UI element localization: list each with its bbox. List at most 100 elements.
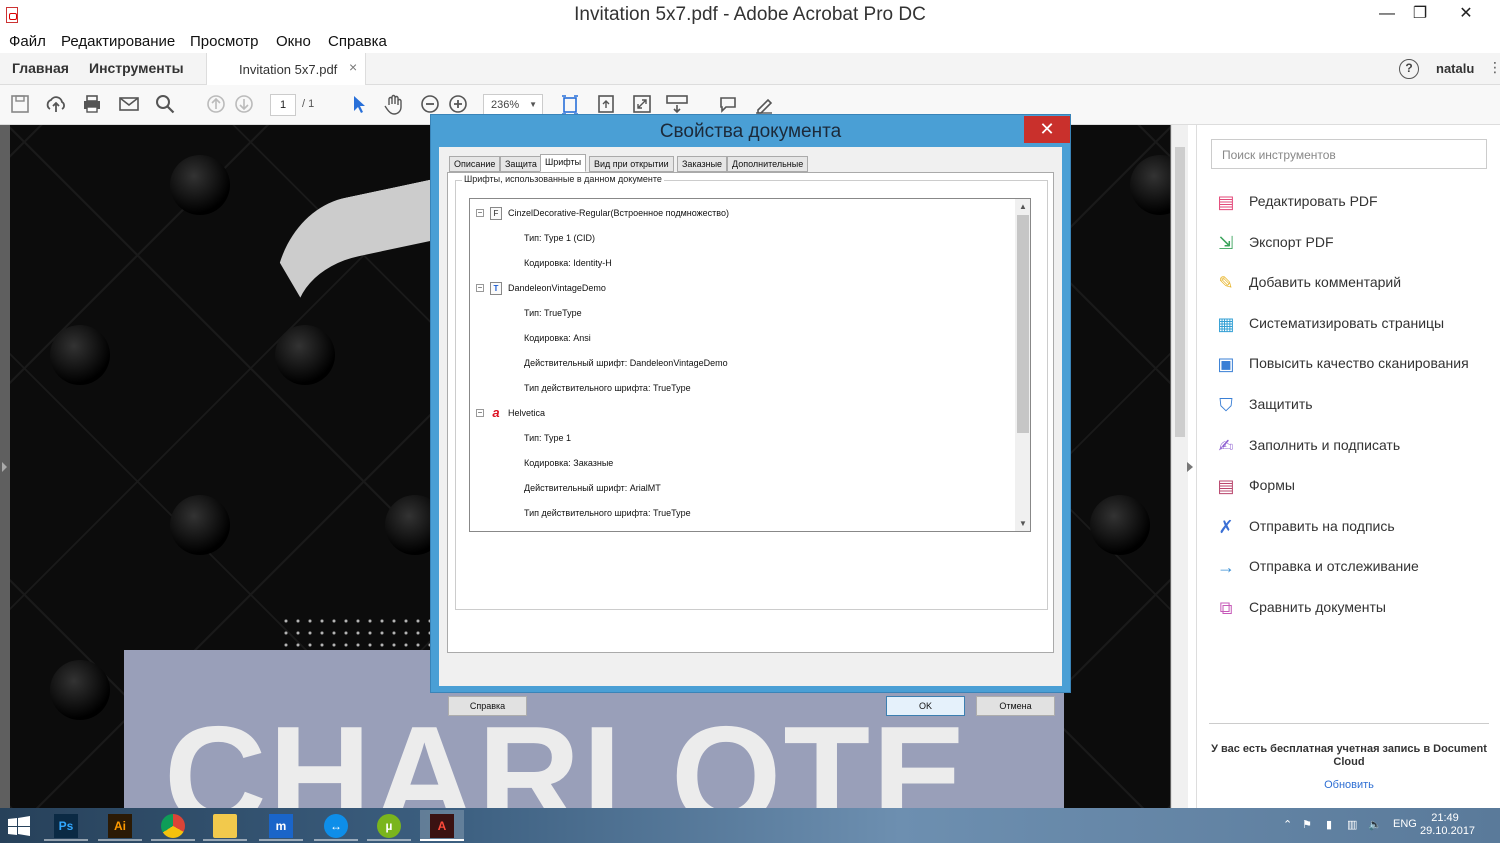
tool-item[interactable]: ▤ Формы — [1215, 474, 1495, 500]
page-number-input[interactable]: 1 — [270, 94, 296, 116]
clock[interactable]: 21:49 29.10.2017 — [1420, 812, 1475, 838]
scroll-down-icon[interactable]: ▼ — [1018, 519, 1028, 529]
cancel-button[interactable]: Отмена — [976, 696, 1055, 716]
menu-window[interactable]: Окно — [276, 33, 311, 50]
font-name[interactable]: Helvetica — [508, 408, 545, 418]
windows-start-icon[interactable] — [8, 816, 30, 836]
tools-search-input[interactable]: Поиск инструментов — [1211, 139, 1487, 169]
scroll-up-icon[interactable]: ▲ — [1018, 202, 1028, 212]
dialog-close-button[interactable]: ✕ — [1024, 116, 1070, 143]
tool-item[interactable]: ▤ Редактировать PDF — [1215, 190, 1495, 216]
app-m[interactable]: m — [259, 810, 303, 841]
previous-page-icon[interactable] — [204, 93, 228, 117]
maximize-button[interactable]: ❐ — [1397, 0, 1443, 28]
font-name[interactable]: CinzelDecorative-Regular(Встроенное подм… — [508, 208, 729, 218]
hand-tool-icon[interactable] — [382, 93, 406, 117]
help-icon[interactable]: ? — [1399, 59, 1419, 79]
tray-network-icon[interactable]: ▥ — [1347, 818, 1357, 831]
tool-item[interactable]: ⇲ Экспорт PDF — [1215, 231, 1495, 257]
pane-divider — [1209, 723, 1489, 724]
tool-item-label: Заполнить и подписать — [1249, 436, 1401, 453]
tool-item[interactable]: ▦ Систематизировать страницы — [1215, 312, 1495, 338]
tab-security[interactable]: Защита — [500, 156, 542, 172]
collapse-node-icon[interactable]: − — [476, 284, 484, 292]
chrome-app[interactable] — [151, 810, 195, 841]
send-sign-icon: ✗ — [1218, 516, 1234, 537]
save-icon[interactable] — [8, 93, 32, 117]
font-name[interactable]: DandeleonVintageDemo — [508, 283, 606, 293]
font-property: Кодировка: Ansi — [524, 333, 591, 343]
tool-item[interactable]: ▣ Повысить качество сканирования — [1215, 352, 1495, 378]
help-button[interactable]: Справка — [448, 696, 527, 716]
font-property: Кодировка: Заказные — [524, 458, 614, 468]
zoom-level-value: 236% — [491, 99, 520, 111]
menu-edit[interactable]: Редактирование — [61, 33, 175, 50]
enhance-scan-icon: ▣ — [1217, 354, 1235, 375]
user-menu-icon[interactable]: ⋮ — [1488, 59, 1500, 76]
tool-item-label: Отправить на подпись — [1249, 517, 1395, 534]
email-icon[interactable] — [117, 93, 141, 117]
tab-initial-view[interactable]: Вид при открытии — [589, 156, 674, 172]
tool-item-label: Повысить качество сканирования — [1249, 355, 1469, 372]
tab-tools[interactable]: Инструменты — [89, 60, 184, 76]
select-arrow-icon[interactable] — [347, 93, 371, 117]
tab-advanced[interactable]: Дополнительные — [727, 156, 809, 172]
ok-button[interactable]: OK — [886, 696, 965, 716]
next-page-icon[interactable] — [232, 93, 256, 117]
left-panel-toggle-icon[interactable] — [2, 462, 7, 472]
language-indicator[interactable]: ENG — [1393, 818, 1417, 830]
forms-icon: ▤ — [1217, 476, 1235, 497]
photoshop-app-icon: Ps — [54, 814, 78, 838]
utorrent-app-icon: µ — [377, 814, 401, 838]
tray-volume-icon[interactable]: 🔈 — [1368, 818, 1382, 831]
tool-item[interactable]: ⧉ Сравнить документы — [1215, 596, 1495, 622]
tree-scrollbar[interactable]: ▲ ▼ — [1015, 199, 1030, 531]
tool-item[interactable]: ✍ Заполнить и подписать — [1215, 434, 1495, 460]
tool-item-label: Защитить — [1249, 396, 1313, 412]
tray-battery-icon[interactable]: ▮ — [1326, 818, 1332, 831]
tray-flag-icon[interactable]: ⚑ — [1302, 818, 1312, 831]
tray-expand-icon[interactable]: ⌃ — [1283, 818, 1292, 831]
tool-item[interactable]: ✗ Отправить на подпись — [1215, 515, 1495, 541]
upgrade-link[interactable]: Обновить — [1207, 779, 1491, 791]
font-type-icon: F — [490, 207, 502, 220]
collapse-node-icon[interactable]: − — [476, 409, 484, 417]
collapse-node-icon[interactable]: − — [476, 209, 484, 217]
teamviewer-app[interactable]: ↔ — [314, 810, 358, 841]
tree-scrollbar-thumb[interactable] — [1017, 215, 1029, 433]
menu-help[interactable]: Справка — [328, 33, 387, 50]
tab-home[interactable]: Главная — [12, 60, 69, 76]
print-icon[interactable] — [80, 93, 104, 117]
utorrent-app[interactable]: µ — [367, 810, 411, 841]
fonts-tree[interactable]: − F CinzelDecorative-Regular(Встроенное по… — [469, 198, 1031, 532]
tool-item[interactable]: ✎ Добавить комментарий — [1215, 271, 1495, 297]
close-window-button[interactable]: ✕ — [1443, 0, 1489, 28]
organize-pages-icon: ▦ — [1217, 313, 1235, 334]
close-tab-icon[interactable]: × — [349, 59, 357, 75]
menu-file[interactable]: Файл — [9, 33, 46, 50]
tab-description[interactable]: Описание — [449, 156, 501, 172]
tool-item[interactable]: → Отправка и отслеживание — [1215, 555, 1495, 581]
taskbar: Ps Ai m ↔ µ A ⌃ ⚑ ▮ ▥ 🔈 ENG 21:49 29.10.2017 — [0, 808, 1500, 843]
scrollbar-thumb[interactable] — [1175, 147, 1185, 437]
explorer-app[interactable] — [203, 810, 247, 841]
tab-bar: Главная Инструменты Invitation 5x7.pdf ×… — [0, 53, 1500, 85]
compare-icon: ⧉ — [1219, 598, 1233, 618]
acrobat-app[interactable]: A — [420, 810, 464, 841]
upload-cloud-icon[interactable] — [44, 93, 68, 117]
export-pdf-icon: ⇲ — [1218, 232, 1234, 253]
document-scrollbar[interactable] — [1171, 125, 1188, 808]
photoshop-app[interactable]: Ps — [44, 810, 88, 841]
tab-custom[interactable]: Заказные — [677, 156, 728, 172]
right-pane-toggle-icon[interactable] — [1187, 462, 1193, 472]
tab-fonts[interactable]: Шрифты — [540, 154, 587, 172]
menu-view[interactable]: Просмотр — [190, 33, 259, 50]
zoom-level-select[interactable]: 236% ▼ — [483, 94, 543, 116]
tool-item[interactable]: ⛉ Защитить — [1215, 393, 1495, 419]
tool-item-label: Систематизировать страницы — [1249, 314, 1445, 331]
illustrator-app-icon: Ai — [108, 814, 132, 838]
user-name[interactable]: natalu — [1436, 61, 1474, 76]
illustrator-app[interactable]: Ai — [98, 810, 142, 841]
search-icon[interactable] — [153, 93, 177, 117]
tab-document[interactable]: Invitation 5x7.pdf × — [206, 53, 366, 85]
